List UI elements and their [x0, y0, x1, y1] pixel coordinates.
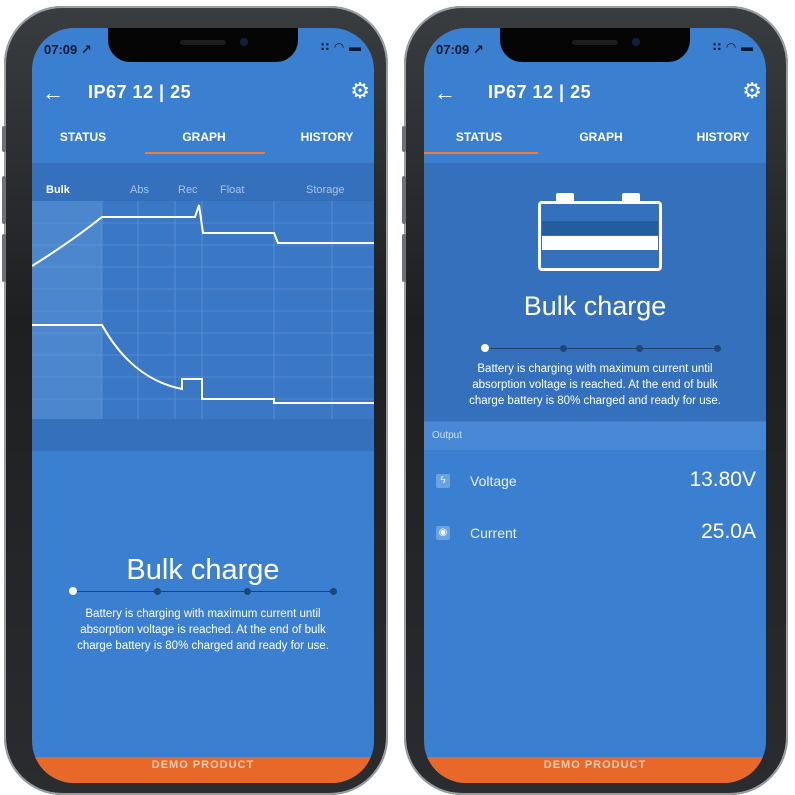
- stage-dot-absorption: [154, 588, 161, 595]
- charge-state-title: Bulk charge: [523, 291, 667, 321]
- charge-stage-stepper: [481, 343, 721, 355]
- stage-dot-storage: [714, 345, 721, 352]
- output-section-label: Output: [432, 430, 463, 441]
- charge-state-title: Bulk charge: [126, 554, 280, 586]
- stage-dot-bulk: [69, 587, 77, 595]
- charge-stage-stepper: [69, 586, 337, 598]
- screen-status: 07:09 ↗ ∷ ◠ ▬ ← IP67 12 | 25 ⚙ STATUS GR…: [424, 28, 766, 783]
- clock: 07:09 ↗: [44, 42, 92, 57]
- tab-bar: STATUS GRAPH HISTORY: [32, 124, 374, 158]
- signal-wifi-battery-icon: ∷ ◠ ▬: [712, 40, 754, 54]
- gear-icon[interactable]: ⚙: [350, 78, 370, 104]
- phase-label-float: Float: [220, 184, 244, 196]
- volume-up-button: [2, 176, 6, 224]
- phone-frame-right: 07:09 ↗ ∷ ◠ ▬ ← IP67 12 | 25 ⚙ STATUS GR…: [402, 6, 788, 795]
- voltage-label: Voltage: [470, 473, 517, 489]
- tab-bar: STATUS GRAPH HISTORY: [424, 124, 766, 158]
- current-label: Current: [470, 525, 517, 541]
- phase-label-abs: Abs: [130, 184, 149, 196]
- app-header: ← IP67 12 | 25 ⚙: [32, 74, 374, 114]
- stage-dot-float: [636, 345, 643, 352]
- device-title: IP67 12 | 25: [488, 82, 592, 102]
- charge-status-panel: Bulk charge Battery is charging with max…: [424, 163, 766, 421]
- mute-switch: [2, 126, 6, 152]
- voltage-row: ϟ Voltage 13.80V: [424, 462, 766, 502]
- stage-dot-storage: [330, 588, 337, 595]
- demo-product-banner: DEMO PRODUCT: [424, 757, 766, 783]
- app-header: ← IP67 12 | 25 ⚙: [424, 74, 766, 114]
- active-tab-indicator: [424, 152, 538, 154]
- screen-graph: 07:09 ↗ ∷ ◠ ▬ ← IP67 12 | 25 ⚙ STATUS GR…: [32, 28, 374, 783]
- phase-label-rec: Rec: [178, 184, 198, 196]
- charge-state-description: Battery is charging with maximum current…: [469, 363, 721, 407]
- current-row: ◉ Current 25.0A: [424, 514, 766, 554]
- stage-dot-bulk: [481, 344, 489, 352]
- gear-icon[interactable]: ⚙: [742, 78, 762, 104]
- phase-label-bulk: Bulk: [46, 184, 71, 196]
- output-section-header: Output: [424, 422, 766, 450]
- back-arrow-icon[interactable]: ←: [42, 80, 64, 106]
- tab-history[interactable]: HISTORY: [272, 130, 374, 144]
- battery-icon: [538, 193, 662, 273]
- current-gauge-icon: ◉: [436, 526, 450, 540]
- stage-dot-float: [244, 588, 251, 595]
- signal-wifi-battery-icon: ∷ ◠ ▬: [320, 40, 362, 54]
- voltage-value: 13.80V: [689, 468, 756, 491]
- phase-label-storage: Storage: [306, 184, 345, 196]
- charge-graph: Bulk Abs Rec Float Storage: [32, 163, 374, 451]
- lightning-icon: ϟ: [436, 474, 450, 488]
- phone-frame-left: 07:09 ↗ ∷ ◠ ▬ ← IP67 12 | 25 ⚙ STATUS GR…: [2, 6, 388, 795]
- back-arrow-icon[interactable]: ←: [434, 80, 456, 106]
- notch: [500, 28, 690, 62]
- bulk-phase-highlight: [32, 201, 102, 419]
- tab-status[interactable]: STATUS: [424, 130, 534, 144]
- stage-dot-absorption: [560, 345, 567, 352]
- tab-status[interactable]: STATUS: [32, 130, 138, 144]
- tab-graph[interactable]: GRAPH: [546, 130, 656, 144]
- tab-history[interactable]: HISTORY: [668, 130, 766, 144]
- current-value: 25.0A: [701, 520, 756, 543]
- mute-switch: [402, 126, 406, 152]
- demo-product-banner: DEMO PRODUCT: [32, 757, 374, 783]
- clock: 07:09 ↗: [436, 42, 484, 57]
- charge-state-description: Battery is charging with maximum current…: [77, 608, 329, 652]
- active-tab-indicator: [145, 152, 265, 154]
- volume-up-button: [402, 176, 406, 224]
- device-title: IP67 12 | 25: [88, 82, 192, 102]
- charge-graph-svg: Bulk Abs Rec Float Storage: [32, 184, 374, 419]
- volume-down-button: [402, 234, 406, 282]
- tab-graph[interactable]: GRAPH: [149, 130, 259, 144]
- notch: [108, 28, 298, 62]
- volume-down-button: [2, 234, 6, 282]
